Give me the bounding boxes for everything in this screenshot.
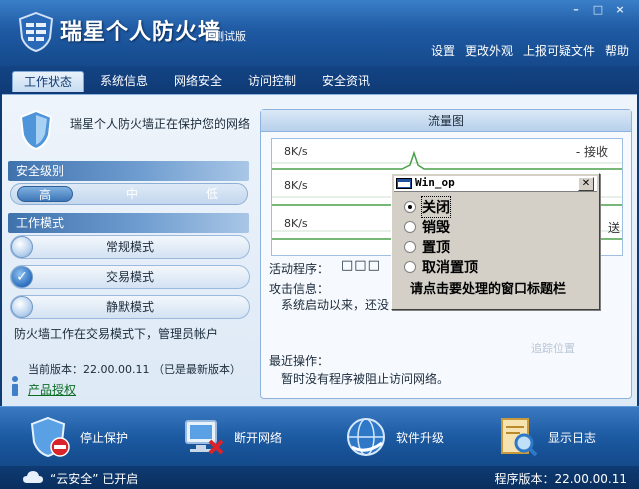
graph-label-2: 8K/s <box>284 179 308 192</box>
security-level-slider[interactable]: 高 中 低 <box>10 183 248 205</box>
change-skin-link[interactable]: 更改外观 <box>465 42 513 59</box>
product-license-link[interactable]: 产品授权 <box>28 381 76 398</box>
mode-transaction[interactable]: 交易模式 ✓ <box>10 265 250 289</box>
traffic-graph-header: 流量图 <box>261 110 631 132</box>
level-high[interactable]: 高 <box>17 186 73 202</box>
app-subtitle: 测试版 <box>213 30 246 43</box>
top-links: 设置 更改外观 上报可疑文件 帮助 <box>431 42 629 59</box>
option-destroy-label: 销毁 <box>422 220 450 236</box>
mode-silent-label: 静默模式 <box>105 300 154 314</box>
disconnect-network-label: 断开网络 <box>234 430 283 445</box>
tab-work-status[interactable]: 工作状态 <box>12 71 84 92</box>
checkmark-icon: ✓ <box>11 266 33 288</box>
program-version: 程序版本：22.00.00.11 <box>494 472 627 486</box>
level-low[interactable]: 低 <box>187 186 237 202</box>
security-level-header: 安全级别 <box>8 161 249 181</box>
help-link[interactable]: 帮助 <box>605 42 629 59</box>
tab-security-news[interactable]: 安全资讯 <box>314 71 378 92</box>
title-bar: 瑞星个人防火墙 测试版 – □ × 设置 更改外观 上报可疑文件 帮助 <box>0 0 639 66</box>
option-untopmost[interactable]: 取消置顶 <box>404 258 478 276</box>
show-log-button[interactable]: 显示日志 <box>496 413 596 461</box>
current-version: 当前版本：22.00.00.11 （已是最新版本） <box>28 363 241 376</box>
stop-protect-label: 停止保护 <box>80 430 129 445</box>
settings-link[interactable]: 设置 <box>431 42 455 59</box>
dialog-close-button[interactable]: ✕ <box>578 177 594 191</box>
window-controls: – □ × <box>569 3 627 17</box>
protect-status-text: 瑞星个人防火墙正在保护您的网络 <box>70 117 251 131</box>
tab-network-security[interactable]: 网络安全 <box>166 71 230 92</box>
graph-label-1: 8K/s <box>284 145 308 158</box>
receive-legend: - 接收 <box>575 145 608 159</box>
mode-silent[interactable]: 静默模式 <box>10 295 250 319</box>
status-bar: “云安全” 已开启 程序版本：22.00.00.11 <box>0 466 639 489</box>
maximize-button[interactable]: □ <box>591 3 605 17</box>
cloud-security-status: “云安全” 已开启 <box>50 472 139 486</box>
firewall-logo-icon <box>18 12 54 52</box>
cloud-icon <box>23 471 43 483</box>
track-position-text: 追踪位置 <box>531 342 575 355</box>
disconnect-network-button[interactable]: 断开网络 <box>182 413 282 461</box>
shield-icon <box>19 109 53 151</box>
mode-normal-label: 常规模式 <box>105 240 154 254</box>
close-button[interactable]: × <box>613 3 627 17</box>
recent-label: 最近操作： <box>269 354 330 368</box>
minimize-button[interactable]: – <box>569 3 583 17</box>
option-close-label: 关闭 <box>421 196 451 218</box>
stop-protect-button[interactable]: 停止保护 <box>28 413 128 461</box>
app-title: 瑞星个人防火墙 <box>60 20 222 45</box>
option-topmost[interactable]: 置顶 <box>404 238 450 256</box>
option-untopmost-label: 取消置顶 <box>422 260 478 276</box>
radio-icon <box>404 261 416 273</box>
win-op-dialog: Win_op ✕ 关闭 销毁 置顶 取消置顶 请点击要处理的窗口标题栏 <box>391 173 600 310</box>
radio-icon <box>404 201 416 213</box>
globe-update-icon <box>347 418 385 456</box>
mode-transaction-label: 交易模式 <box>105 270 154 284</box>
log-search-icon <box>501 418 538 457</box>
option-close[interactable]: 关闭 <box>404 196 451 218</box>
tab-bar: 工作状态 系统信息 网络安全 访问控制 安全资讯 <box>0 66 639 94</box>
info-icon <box>12 376 18 396</box>
software-update-button[interactable]: 软件升级 <box>344 413 444 461</box>
attack-label: 攻击信息： <box>269 282 330 296</box>
dialog-title: Win_op <box>415 176 455 189</box>
work-mode-header: 工作模式 <box>8 213 249 233</box>
level-medium[interactable]: 中 <box>107 186 157 202</box>
radio-knob-icon <box>11 296 33 318</box>
software-update-label: 软件升级 <box>396 430 445 445</box>
recent-info-text: 暂时没有程序被阻止访问网络。 <box>281 372 450 386</box>
report-file-link[interactable]: 上报可疑文件 <box>523 42 595 59</box>
attack-info-text: 系统启动以来，还没 <box>281 298 390 312</box>
radio-knob-icon <box>11 236 33 258</box>
send-legend: 送 <box>607 221 620 235</box>
dialog-hint: 请点击要处理的窗口标题栏 <box>410 282 567 297</box>
shield-stop-icon <box>30 416 70 458</box>
activity-programs: □□□ <box>341 258 381 273</box>
graph-label-3: 8K/s <box>284 217 308 230</box>
bottom-toolbar: 停止保护 断开网络 软件升级 显示日志 <box>0 406 639 466</box>
radio-icon <box>404 221 416 233</box>
activity-label: 活动程序： <box>269 262 330 276</box>
option-topmost-label: 置顶 <box>422 240 450 256</box>
option-destroy[interactable]: 销毁 <box>404 218 450 236</box>
window-icon <box>396 178 412 189</box>
tab-access-control[interactable]: 访问控制 <box>240 71 304 92</box>
show-log-label: 显示日志 <box>548 430 597 445</box>
mode-status-text: 防火墙工作在交易模式下，管理员帐户 <box>14 327 219 341</box>
dialog-title-bar: Win_op ✕ <box>394 176 597 192</box>
radio-icon <box>404 241 416 253</box>
mode-normal[interactable]: 常规模式 <box>10 235 250 259</box>
tab-system-info[interactable]: 系统信息 <box>92 71 156 92</box>
disconnect-network-icon <box>185 420 224 455</box>
